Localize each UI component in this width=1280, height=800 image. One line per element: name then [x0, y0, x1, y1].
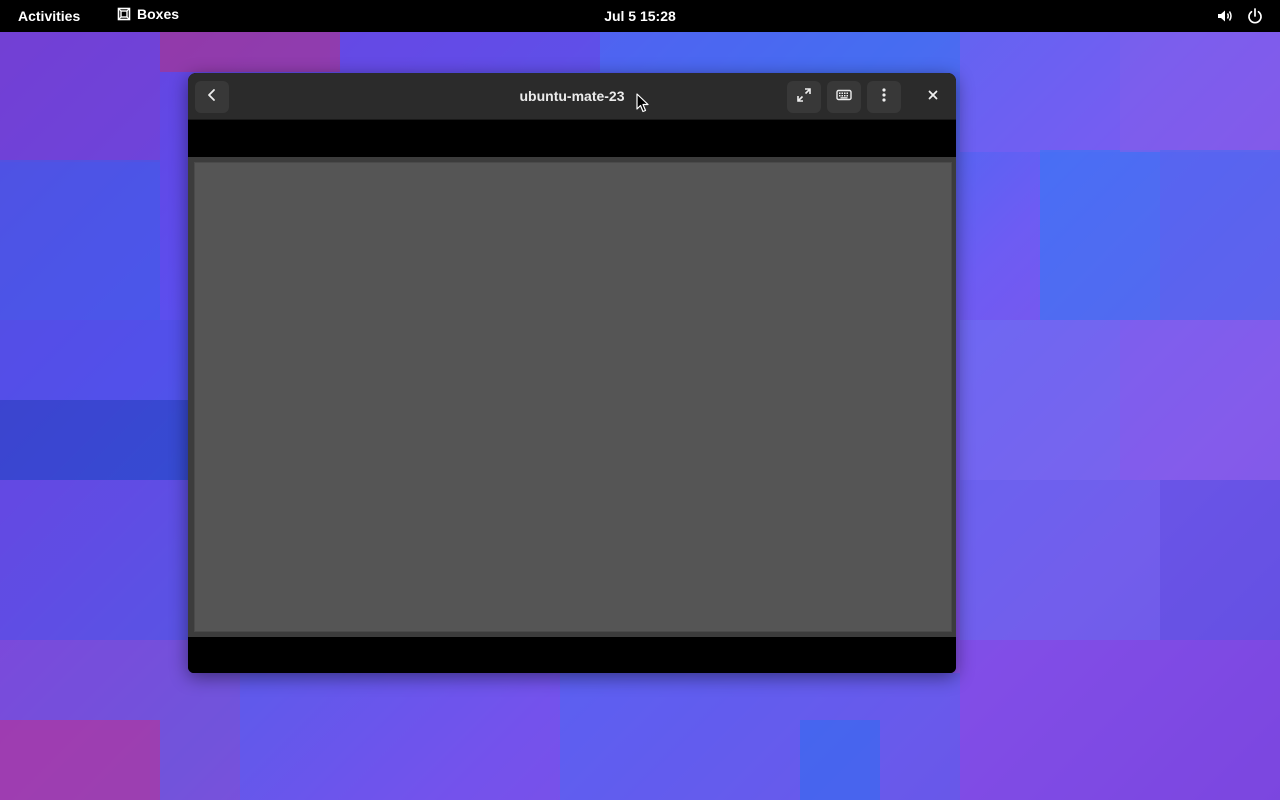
power-icon[interactable] [1246, 7, 1264, 25]
menu-icon [876, 87, 892, 108]
vm-screen[interactable] [194, 162, 952, 632]
send-keys-button[interactable] [827, 81, 861, 113]
vm-display-area[interactable] [188, 120, 956, 673]
fullscreen-button[interactable] [787, 81, 821, 113]
mouse-pointer-icon [636, 93, 650, 118]
boxes-vm-window: ubuntu-mate-23 [188, 73, 956, 673]
system-tray[interactable] [1216, 7, 1264, 25]
window-headerbar[interactable]: ubuntu-mate-23 [188, 73, 956, 120]
close-icon [927, 88, 939, 106]
vm-screen-frame [188, 157, 956, 637]
clock[interactable]: Jul 5 15:28 [0, 8, 1280, 24]
keyboard-icon [836, 87, 852, 108]
fullscreen-icon [796, 87, 812, 108]
top-bar: Activities Boxes Jul 5 15:28 [0, 0, 1280, 32]
volume-icon[interactable] [1216, 7, 1234, 25]
main-menu-button[interactable] [867, 81, 901, 113]
close-button[interactable] [921, 85, 945, 109]
